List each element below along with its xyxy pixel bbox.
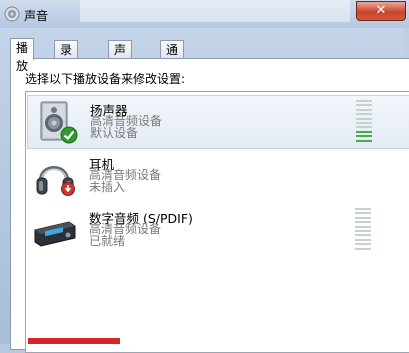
device-status: 默认设备 [90, 126, 139, 140]
tab-playback[interactable]: 播放 [10, 38, 35, 73]
meter-segment [355, 212, 371, 215]
meter-segment [356, 100, 372, 102]
meter-segment [355, 221, 371, 224]
meter-segment [356, 139, 372, 142]
tab-sounds[interactable]: 声音 [108, 40, 133, 75]
meter-segment [356, 113, 372, 116]
meter-segment [355, 243, 371, 246]
meter-segment [355, 247, 371, 250]
meter-segment [356, 122, 372, 124]
digital-audio-icon [34, 221, 76, 247]
meter-segment [355, 238, 371, 241]
title-bar[interactable]: 声音 ✕ [0, 0, 409, 28]
tab-recording[interactable]: 录制 [54, 40, 79, 75]
meter-segment [356, 108, 372, 111]
meter-segment [356, 126, 372, 129]
device-speakers[interactable]: 扬声器 高清音频设备 默认设备 [27, 95, 409, 149]
meter-segment [356, 104, 372, 107]
window-title: 声音 [24, 9, 49, 23]
playback-panel: 选择以下播放设备来修改设置: 扬声器 高清音频设备 默认设备 耳机 高清音频设备… [10, 58, 409, 353]
background-window-strip [80, 0, 350, 22]
meter-segment [356, 117, 372, 120]
meter-segment [355, 225, 371, 228]
meter-segment [355, 216, 371, 219]
meter-segment [356, 135, 372, 138]
tab-communications[interactable]: 通信 [160, 40, 185, 75]
volume-meter [355, 208, 371, 252]
device-list: 扬声器 高清音频设备 默认设备 耳机 高清音频设备 未插入 数字音频 (S/PD… [25, 91, 409, 353]
meter-segment [355, 208, 371, 210]
speaker-icon [4, 6, 20, 22]
device-headphones[interactable]: 耳机 高清音频设备 未插入 [27, 150, 409, 202]
device-status: 未插入 [89, 180, 126, 194]
check-icon [60, 126, 78, 144]
meter-segment [356, 130, 372, 133]
device-digital-audio[interactable]: 数字音频 (S/PDIF) 高清音频设备 已就绪 [27, 204, 409, 256]
close-button[interactable]: ✕ [356, 1, 406, 21]
meter-segment [355, 234, 371, 237]
unplugged-icon [61, 182, 75, 196]
device-status: 已就绪 [89, 234, 126, 248]
sound-dialog: 声音 ✕ 播放 录制 声音 通信 选择以下播放设备来修改设置: [0, 0, 409, 353]
volume-meter [356, 100, 372, 144]
instruction-text: 选择以下播放设备来修改设置: [25, 72, 186, 86]
highlight-bar [28, 338, 120, 344]
meter-segment [355, 230, 371, 232]
